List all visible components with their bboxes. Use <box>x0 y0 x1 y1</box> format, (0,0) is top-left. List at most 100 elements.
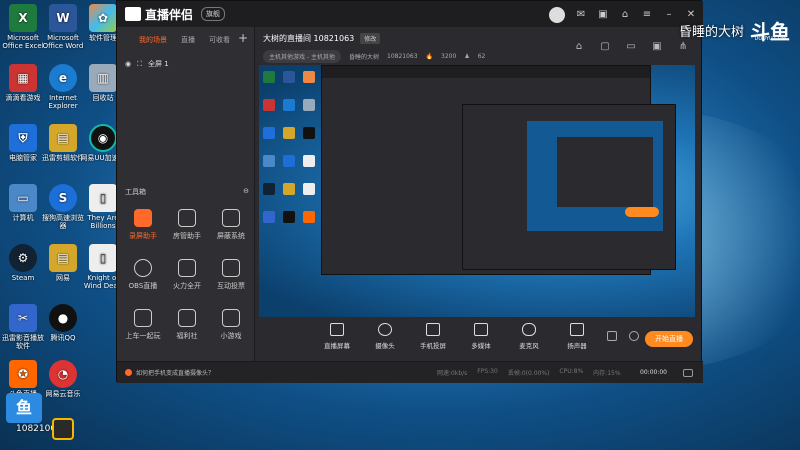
record-icon <box>134 209 152 227</box>
play-icon <box>474 323 488 336</box>
stream-stats: 网速:0kb/s FPS:30 丢帧:0(0.00%) CPU:8% 内存:15… <box>437 368 621 377</box>
gift-icon[interactable]: ⌂ <box>619 9 631 21</box>
live-status-icon[interactable] <box>629 331 639 341</box>
media-source-button[interactable]: 多媒体 <box>463 323 499 350</box>
watermark-site: DOUYU.COM <box>754 36 787 42</box>
collapse-icon[interactable]: ⊖ <box>243 187 249 197</box>
tool-obs[interactable]: OBS直播 <box>121 259 165 291</box>
toolbox-header: 工具箱 ⊖ <box>125 187 249 197</box>
menu-icon[interactable]: ≡ <box>641 9 653 21</box>
gamepad-icon <box>222 309 240 327</box>
uu-icon: ◉ <box>89 124 117 152</box>
douyu-icon: ✪ <box>9 360 37 388</box>
category-selector[interactable]: 主机其他游戏 - 主机其他 <box>263 50 341 63</box>
microphone-button[interactable]: 麦克风 <box>511 323 547 350</box>
preview-nested-window <box>462 104 676 270</box>
file-icon: ▯ <box>89 244 117 272</box>
avatar[interactable] <box>549 7 565 23</box>
user-icon <box>178 209 196 227</box>
toolbox-title: 工具箱 <box>125 188 146 196</box>
tab-my-scenes[interactable]: 我的场景 <box>139 35 167 45</box>
monitor-icon <box>330 323 344 336</box>
tip-icon <box>125 369 132 376</box>
host-name: 昏睡的大树 <box>348 54 379 61</box>
fans-count: 62 <box>477 53 486 60</box>
phone-cast-button[interactable]: 手机投屏 <box>415 323 451 350</box>
status-tip[interactable]: 如何把手机变成直播摄像头？ <box>125 368 214 377</box>
tool-block[interactable]: 屏蔽系统 <box>209 209 253 241</box>
minimize-icon[interactable]: – <box>663 9 675 21</box>
room-actions: ⌂ ▢ ▭ ▣ ⋔ <box>573 41 689 53</box>
folder-icon: ▤ <box>49 124 77 152</box>
skin-icon[interactable]: ▣ <box>597 9 609 21</box>
net-speed: 网速:0kb/s <box>437 370 468 377</box>
tool-record[interactable]: 录屏助手 <box>121 209 165 241</box>
hot-icon: 🔥 <box>425 53 434 60</box>
toolbox-grid: 录屏助手 房管助手 屏蔽系统 OBS直播 火力全开 互动投票 上车一起玩 福利社… <box>121 209 253 341</box>
memory-usage: 内存:15% <box>593 370 621 377</box>
mail-icon[interactable]: ✉ <box>575 9 587 21</box>
watermark-name: 昏睡的大树 <box>678 25 744 40</box>
fans-icon: ♟ <box>464 53 470 60</box>
douyu-overlay-logo: 鱼 <box>6 393 42 423</box>
preview-desktop-icons <box>263 71 315 223</box>
camera-icon <box>378 323 392 336</box>
version-badge[interactable]: 旗舰 <box>201 7 226 21</box>
sogou-icon: S <box>49 184 77 212</box>
steam-icon: ⚙ <box>9 244 37 272</box>
edit-title-button[interactable]: 修改 <box>360 33 381 44</box>
preview-app-window <box>321 65 676 275</box>
camera-source-button[interactable]: 摄像头 <box>367 323 403 350</box>
tool-fire[interactable]: 火力全开 <box>165 259 209 291</box>
file-icon: ▯ <box>89 184 117 212</box>
speaker-button[interactable]: 扬声器 <box>559 323 595 350</box>
desktop-icon-music[interactable]: ◔ 网易云音乐 <box>40 360 86 398</box>
word-icon: W <box>49 4 77 32</box>
lock-icon[interactable]: ▢ <box>599 41 611 53</box>
preview-nested-window-2 <box>557 137 653 207</box>
tool-minigame[interactable]: 小游戏 <box>209 309 253 341</box>
fire-icon <box>178 259 196 277</box>
computer-icon: ▭ <box>9 184 37 212</box>
camera-icon[interactable]: ▣ <box>651 41 663 53</box>
desktop-icon-qq[interactable]: ● 腾讯QQ <box>40 304 86 342</box>
vote-icon <box>222 259 240 277</box>
dropped-frames: 丢帧:0(0.00%) <box>507 370 550 377</box>
landscape-icon[interactable]: ▭ <box>625 41 637 53</box>
record-video-icon[interactable] <box>607 331 617 341</box>
eye-icon[interactable]: ◉ <box>125 60 131 68</box>
status-bar: 如何把手机变成直播摄像头？ 网速:0kb/s FPS:30 丢帧:0(0.00%… <box>117 361 703 383</box>
preview-start-button <box>625 207 659 217</box>
recycle-bin-icon: ▥ <box>89 64 117 92</box>
qq-icon: ● <box>49 304 77 332</box>
start-live-button[interactable]: 开始直播 <box>645 331 693 347</box>
tab-viewable[interactable]: 可收看 <box>209 35 230 45</box>
ie-icon: e <box>49 64 77 92</box>
tool-room-manager[interactable]: 房管助手 <box>165 209 209 241</box>
obs-icon <box>134 259 152 277</box>
shield-icon: ⛨ <box>9 124 37 152</box>
store-icon[interactable]: ⌂ <box>573 41 585 53</box>
scene-item[interactable]: ◉ ⛶ 全屏 1 <box>125 59 254 69</box>
end-icon[interactable] <box>683 368 693 377</box>
software-icon: ✿ <box>89 4 117 32</box>
cpu-usage: CPU:8% <box>559 368 584 375</box>
live-timer: 00:00:00 <box>640 369 667 376</box>
speaker-icon <box>570 323 584 336</box>
phone-icon <box>426 323 440 336</box>
tab-live[interactable]: 直播 <box>181 35 195 45</box>
microphone-icon <box>522 323 536 336</box>
taskbar-app-icon[interactable] <box>52 418 74 440</box>
add-scene-button[interactable]: + <box>238 31 248 45</box>
gift-icon <box>178 309 196 327</box>
hot-count: 3200 <box>441 53 457 60</box>
source-controls: 直播屏幕 摄像头 手机投屏 多媒体 麦克风 扬声器 <box>263 323 699 350</box>
music-icon: ◔ <box>49 360 77 388</box>
stream-preview[interactable] <box>259 65 695 317</box>
tool-carpool[interactable]: 上车一起玩 <box>121 309 165 341</box>
screen-source-button[interactable]: 直播屏幕 <box>319 323 355 350</box>
app-logo: 直播伴侣 <box>125 6 193 23</box>
tool-vote[interactable]: 互动投票 <box>209 259 253 291</box>
title-actions: ✉ ▣ ⌂ ≡ – ✕ <box>549 7 697 23</box>
tool-welfare[interactable]: 福利社 <box>165 309 209 341</box>
